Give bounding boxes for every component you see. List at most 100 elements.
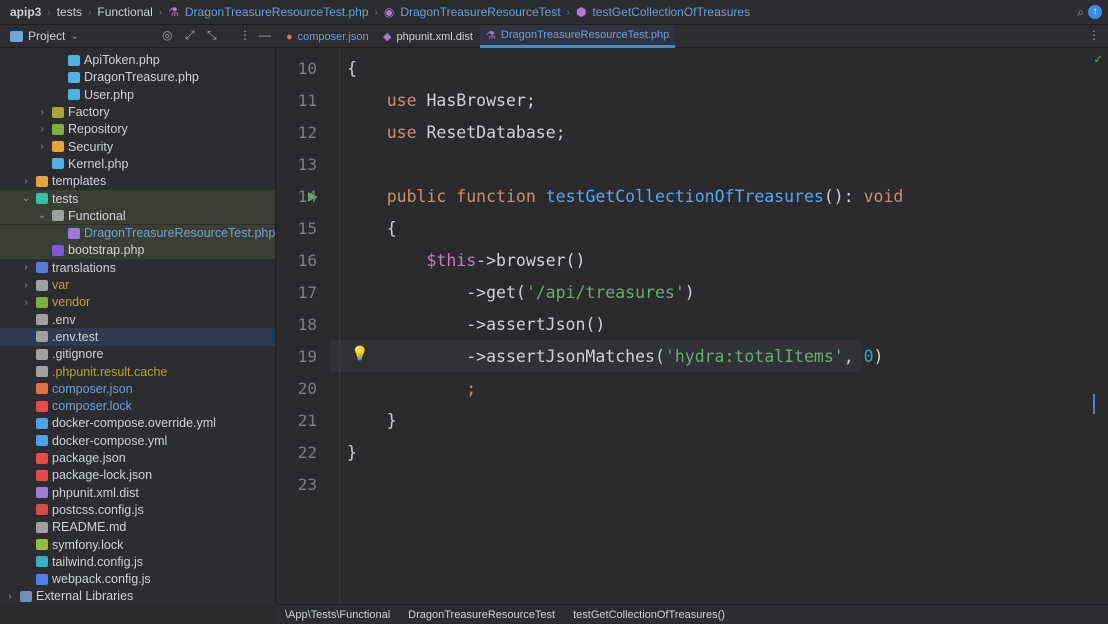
expand-arrow-icon[interactable]: › — [20, 280, 32, 291]
tree-item[interactable]: DragonTreasureResourceTest.php — [0, 224, 275, 242]
gutter-divider — [339, 48, 340, 604]
tree-item[interactable]: › translations — [0, 259, 275, 276]
file-icon — [36, 348, 48, 360]
crumb-tests[interactable]: tests — [57, 5, 82, 19]
tree-item[interactable]: › Security — [0, 138, 275, 155]
file-icon — [36, 556, 48, 568]
update-icon[interactable]: ↑ — [1088, 5, 1102, 19]
tree-item-label: .phpunit.result.cache — [52, 364, 168, 379]
tree-item-label: README.md — [52, 520, 127, 535]
expand-arrow-icon[interactable]: › — [20, 176, 32, 187]
tree-item[interactable]: composer.lock — [0, 398, 275, 415]
tree-item[interactable]: ApiToken.php — [0, 52, 275, 69]
status-method[interactable]: testGetCollectionOfTreasures() — [573, 609, 725, 621]
crumb-class[interactable]: DragonTreasureResourceTest — [400, 5, 560, 19]
expand-arrow-icon[interactable]: › — [20, 297, 32, 308]
tree-item[interactable]: .env.test — [0, 328, 275, 346]
expand-all-icon[interactable]: ⤢ — [185, 28, 195, 43]
project-view-selector[interactable]: Project ⌄ — [10, 29, 79, 43]
tree-item-label: bootstrap.php — [68, 243, 145, 258]
tab-options-icon[interactable]: ⋮ — [1088, 28, 1100, 42]
tab-dragon-treasure-test[interactable]: ⚗ DragonTreasureResourceTest.php — [480, 25, 676, 48]
expand-arrow-icon[interactable]: › — [20, 262, 32, 273]
tree-item-label: docker-compose.yml — [52, 433, 168, 448]
tab-composer-json[interactable]: ● composer.json — [280, 25, 375, 48]
file-icon — [36, 573, 48, 585]
file-icon — [36, 539, 48, 551]
line-number: 11 — [297, 91, 317, 110]
tree-item[interactable]: bootstrap.php — [0, 241, 275, 260]
code-line: } — [347, 443, 357, 462]
hide-icon[interactable]: — — [259, 28, 271, 42]
tree-item[interactable]: DragonTreasure.php — [0, 69, 275, 86]
tree-item[interactable]: › External Libraries — [0, 588, 275, 604]
expand-arrow-icon[interactable]: ⌄ — [36, 210, 48, 221]
tree-item-label: .env.test — [52, 329, 99, 344]
tree-item[interactable]: docker-compose.yml — [0, 432, 275, 449]
tree-item-label: Kernel.php — [68, 156, 129, 171]
status-class[interactable]: DragonTreasureResourceTest — [408, 609, 555, 621]
locate-icon[interactable]: ◎ — [162, 28, 172, 42]
tree-item[interactable]: Kernel.php — [0, 155, 275, 172]
tree-item[interactable]: postcss.config.js — [0, 501, 275, 518]
tree-item-label: External Libraries — [36, 589, 134, 604]
tree-item[interactable]: composer.json — [0, 380, 275, 397]
tab-phpunit-xml[interactable]: ◆ phpunit.xml.dist — [377, 25, 479, 48]
status-namespace[interactable]: \App\Tests\Functional — [285, 609, 390, 621]
tree-item[interactable]: package-lock.json — [0, 467, 275, 484]
tree-item[interactable]: › Repository — [0, 121, 275, 138]
chevron-down-icon: ⌄ — [70, 30, 79, 42]
collapse-all-icon[interactable]: ⤡ — [207, 28, 217, 43]
file-icon — [36, 366, 48, 378]
file-icon — [36, 504, 48, 516]
tree-item[interactable]: docker-compose.override.yml — [0, 415, 275, 432]
crumb-method[interactable]: testGetCollectionOfTreasures — [592, 5, 750, 19]
search-icon[interactable]: ⌕ — [1077, 5, 1084, 20]
tree-item[interactable]: README.md — [0, 519, 275, 536]
tree-item[interactable]: tailwind.config.js — [0, 553, 275, 570]
scrollbar[interactable] — [1093, 394, 1095, 414]
tree-item[interactable]: .phpunit.result.cache — [0, 363, 275, 380]
tree-item[interactable]: symfony.lock — [0, 536, 275, 553]
code-editor[interactable]: ▶ 💡 ✓ 10{11 use HasBrowser; 12 use ResetD… — [277, 48, 1108, 604]
expand-arrow-icon[interactable]: › — [36, 107, 48, 118]
code-token: 0 — [863, 347, 874, 366]
expand-arrow-icon[interactable]: ⌄ — [20, 193, 32, 204]
tree-item[interactable]: package.json — [0, 449, 275, 466]
options-icon[interactable]: ⋮ — [239, 28, 251, 42]
tree-item[interactable]: › templates — [0, 173, 275, 190]
file-icon — [52, 141, 64, 153]
code-token: ) — [873, 347, 884, 366]
code-line: ->assertJsonMatches('hydra:totalItems', … — [347, 347, 883, 366]
tree-item[interactable]: › var — [0, 276, 275, 293]
file-icon — [36, 435, 48, 447]
expand-arrow-icon[interactable]: › — [36, 124, 48, 135]
tree-item[interactable]: › Factory — [0, 103, 275, 120]
crumb-functional[interactable]: Functional — [97, 5, 152, 19]
code-token: ->assertJson() — [347, 315, 606, 334]
tree-item[interactable]: .gitignore — [0, 346, 275, 363]
tree-item[interactable]: webpack.config.js — [0, 571, 275, 588]
tree-item[interactable]: phpunit.xml.dist — [0, 484, 275, 501]
crumb-project[interactable]: apip3 — [10, 5, 41, 19]
line-number: 23 — [297, 475, 317, 494]
expand-arrow-icon[interactable]: › — [36, 141, 48, 152]
file-icon — [36, 383, 48, 395]
tree-item-label: symfony.lock — [52, 537, 124, 552]
tree-item-label: composer.json — [52, 381, 133, 396]
tree-item-label: translations — [52, 260, 116, 275]
line-number: 20 — [297, 379, 317, 398]
tree-item[interactable]: ⌄ tests — [0, 189, 275, 208]
tree-item[interactable]: .env — [0, 311, 275, 328]
tree-item[interactable]: User.php — [0, 86, 275, 103]
crumb-file[interactable]: DragonTreasureResourceTest.php — [185, 5, 369, 19]
tree-item[interactable]: ⌄ Functional — [0, 207, 275, 225]
tree-item-label: package-lock.json — [52, 468, 153, 483]
tree-item[interactable]: › vendor — [0, 294, 275, 311]
expand-arrow-icon[interactable]: › — [4, 591, 16, 602]
tree-item-label: tests — [52, 191, 79, 206]
line-number: 18 — [297, 315, 317, 334]
